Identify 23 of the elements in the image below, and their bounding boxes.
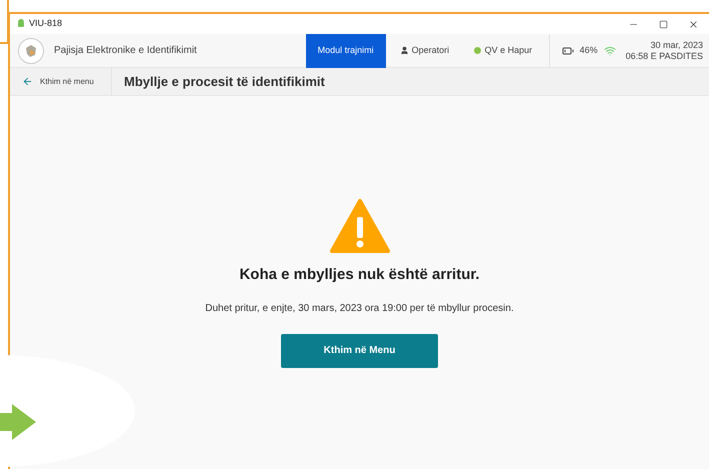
page-title: Mbyllje e procesit të identifikimit [124,72,325,91]
back-arrow-icon [22,76,33,87]
wifi-icon [604,44,616,56]
operator-label: Operatori [412,44,450,57]
user-icon [400,46,409,55]
maximize-icon[interactable] [659,20,668,28]
message-body: Duhet pritur, e enjte, 30 mars, 2023 ora 19:00 per të mbyllur procesin. [205,302,514,316]
return-to-menu-button[interactable]: Kthim në Menu [281,334,438,368]
window-title: VIU-818 [29,17,62,30]
date-label: 30 mar, 2023 [650,40,703,50]
app-name: Pajisja Elektronike e Identifikimit [54,44,197,58]
pointer-arrow-icon [0,404,36,440]
close-icon[interactable] [688,18,699,30]
time-label: 06:58 E PASDITES [626,50,703,62]
emblem-icon [18,38,44,64]
status-label: QV e Hapur [484,44,532,57]
android-icon [16,19,26,29]
back-link[interactable]: Kthim në menu [10,68,112,95]
battery-icon [562,44,574,56]
message-heading: Koha e mbylljes nuk është arritur. [239,265,480,285]
training-mode-button[interactable]: Modul trajnimi [306,34,386,68]
warning-icon [328,198,390,254]
battery-level: 46% [580,44,598,57]
